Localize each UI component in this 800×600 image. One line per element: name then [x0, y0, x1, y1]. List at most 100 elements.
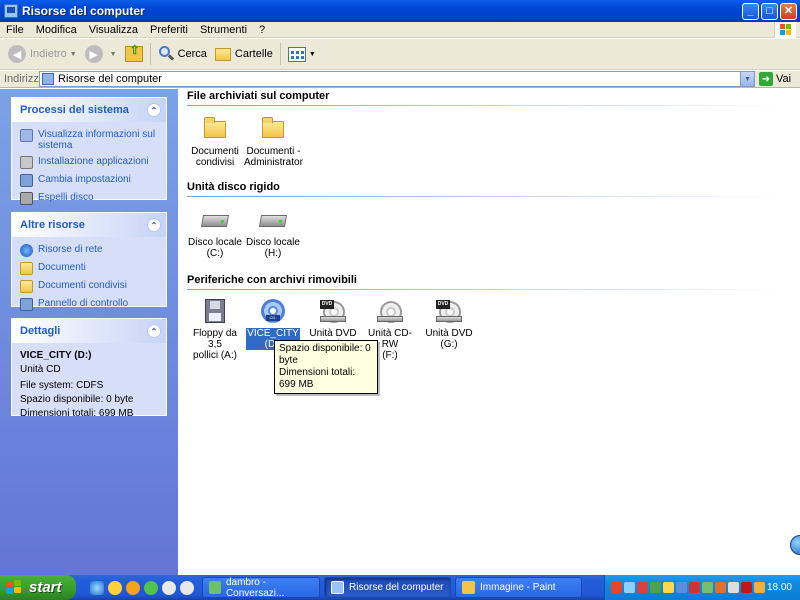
- tray-icon[interactable]: [650, 582, 661, 593]
- item-administrator-documents[interactable]: Documenti - Administrator: [243, 115, 303, 168]
- quick-launch-icon[interactable]: [108, 580, 122, 595]
- tray-icon[interactable]: [611, 582, 622, 593]
- title-bar[interactable]: Risorse del computer _ □ ✕: [0, 0, 800, 22]
- address-bar: Indirizzo Risorse del computer ▼ ➜ Vai: [0, 71, 800, 88]
- back-label: Indietro: [30, 48, 67, 60]
- tray-icon[interactable]: [624, 582, 635, 593]
- toolbar: ◀ Indietro ▼ ▶ ▼ ⇧ Cerca Cartelle ▼: [0, 39, 800, 70]
- minimize-button[interactable]: _: [742, 2, 759, 20]
- menu-help[interactable]: ?: [253, 24, 271, 36]
- forward-dropdown-icon[interactable]: ▼: [110, 51, 117, 58]
- network-icon: [20, 244, 33, 257]
- tray-icon[interactable]: [637, 582, 648, 593]
- address-input[interactable]: Risorse del computer ▼: [39, 71, 755, 87]
- internet-explorer-icon[interactable]: [90, 580, 104, 595]
- task-conversation[interactable]: dambro - Conversazi...: [202, 577, 320, 599]
- control-panel-icon: [20, 298, 33, 311]
- close-button[interactable]: ✕: [780, 2, 797, 20]
- menu-visualizza[interactable]: Visualizza: [83, 24, 144, 36]
- task-view-system-info[interactable]: Visualizza informazioni sul sistema: [20, 129, 158, 151]
- cd-rom-icon: CD-ROM: [259, 297, 287, 326]
- task-label: Espelli disco: [38, 192, 94, 203]
- up-folder-button[interactable]: ⇧: [121, 41, 147, 67]
- task-label: Visualizza informazioni sul sistema: [38, 129, 156, 151]
- menu-strumenti[interactable]: Strumenti: [194, 24, 253, 36]
- clock[interactable]: 18.00: [767, 582, 792, 593]
- tray-icon[interactable]: [663, 582, 674, 593]
- hard-disk-icon: [200, 206, 230, 234]
- menu-modifica[interactable]: Modifica: [30, 24, 83, 36]
- details-header[interactable]: Dettagli ⌃: [12, 319, 166, 343]
- link-shared-documents[interactable]: Documenti condivisi: [20, 280, 158, 293]
- system-tasks-header[interactable]: Processi del sistema ⌃: [12, 98, 166, 122]
- quick-launch-icon[interactable]: [180, 580, 194, 595]
- go-button[interactable]: ➜ Vai: [759, 72, 791, 86]
- toolbar-separator: [279, 43, 281, 65]
- other-places-header[interactable]: Altre risorse ⌃: [12, 213, 166, 237]
- link-network-places[interactable]: Risorse di rete: [20, 244, 158, 257]
- back-button[interactable]: ◀ Indietro ▼: [4, 41, 81, 67]
- tray-icon[interactable]: [689, 582, 700, 593]
- link-label: Risorse di rete: [38, 244, 103, 255]
- hard-disk-icon: [258, 206, 288, 234]
- volume-icon[interactable]: [728, 582, 739, 593]
- file-list-view[interactable]: File archiviati sul computer Documenti co…: [178, 89, 800, 575]
- quick-launch-icon[interactable]: [162, 580, 176, 595]
- item-shared-documents[interactable]: Documenti condivisi: [185, 115, 245, 168]
- collapse-chevron-icon[interactable]: ⌃: [147, 218, 161, 232]
- address-dropdown-icon[interactable]: ▼: [740, 72, 754, 86]
- item-local-disk-h[interactable]: Disco locale (H:): [243, 206, 303, 259]
- group-header-hard-disks: Unità disco rigido: [187, 181, 787, 197]
- media-player-icon[interactable]: [126, 580, 140, 595]
- item-label: Unità DVD (G:): [425, 328, 473, 350]
- views-button[interactable]: ▼: [284, 41, 320, 67]
- task-add-remove-programs[interactable]: Installazione applicazioni: [20, 156, 158, 169]
- folder-icon: [20, 262, 33, 275]
- link-control-panel[interactable]: Pannello di controllo: [20, 298, 158, 311]
- folders-label: Cartelle: [234, 48, 273, 60]
- taskbar: start dambro - Conversazi... Risorse del…: [0, 575, 800, 600]
- collapse-chevron-icon[interactable]: ⌃: [147, 324, 161, 338]
- search-button[interactable]: Cerca: [154, 41, 211, 67]
- tray-icon[interactable]: [676, 582, 687, 593]
- link-my-documents[interactable]: Documenti: [20, 262, 158, 275]
- windows-flag-icon: [780, 24, 792, 36]
- back-dropdown-icon[interactable]: ▼: [70, 51, 77, 58]
- task-my-computer[interactable]: Risorse del computer: [324, 577, 451, 598]
- control-panel-icon: [20, 174, 33, 187]
- task-label: Cambia impostazioni: [38, 174, 131, 185]
- folder-icon: [259, 115, 287, 143]
- task-paint[interactable]: Immagine - Paint: [455, 577, 582, 598]
- tray-icon[interactable]: [702, 582, 713, 593]
- start-button[interactable]: start: [0, 575, 76, 600]
- window-title: Risorse del computer: [22, 4, 145, 18]
- messenger-icon[interactable]: [144, 580, 158, 595]
- views-dropdown-icon[interactable]: ▼: [309, 51, 316, 58]
- item-label: Floppy da 3,5 pollici (A:): [193, 328, 237, 361]
- item-local-disk-c[interactable]: Disco locale (C:): [185, 206, 245, 259]
- details-title: Dettagli: [20, 325, 61, 337]
- task-eject-disc[interactable]: Espelli disco: [20, 192, 158, 205]
- ati-icon[interactable]: [741, 582, 752, 593]
- eject-icon: [20, 192, 33, 205]
- forward-button[interactable]: ▶ ▼: [81, 41, 121, 67]
- other-places-panel: Altre risorse ⌃ Risorse di rete Document…: [11, 212, 167, 311]
- item-floppy-a[interactable]: Floppy da 3,5 pollici (A:): [185, 297, 245, 361]
- start-label: start: [29, 579, 62, 596]
- toolbar-separator: [149, 43, 151, 65]
- forward-arrow-icon: ▶: [84, 45, 103, 63]
- menu-file[interactable]: File: [0, 24, 30, 36]
- collapse-chevron-icon[interactable]: ⌃: [147, 103, 161, 117]
- task-change-settings[interactable]: Cambia impostazioni: [20, 174, 158, 187]
- floppy-icon: [201, 297, 229, 325]
- menu-preferiti[interactable]: Preferiti: [144, 24, 194, 36]
- search-icon: [158, 46, 174, 62]
- tray-icon[interactable]: [754, 582, 765, 593]
- maximize-button[interactable]: □: [761, 2, 778, 20]
- tray-icon[interactable]: [715, 582, 726, 593]
- tooltip-total-size: Dimensioni totali: 699 MB: [279, 367, 356, 390]
- my-computer-icon: [4, 4, 18, 18]
- folders-button[interactable]: Cartelle: [211, 41, 277, 67]
- details-name: VICE_CITY (D:): [20, 350, 92, 361]
- item-dvd-g[interactable]: DVD Unità DVD (G:): [418, 297, 480, 350]
